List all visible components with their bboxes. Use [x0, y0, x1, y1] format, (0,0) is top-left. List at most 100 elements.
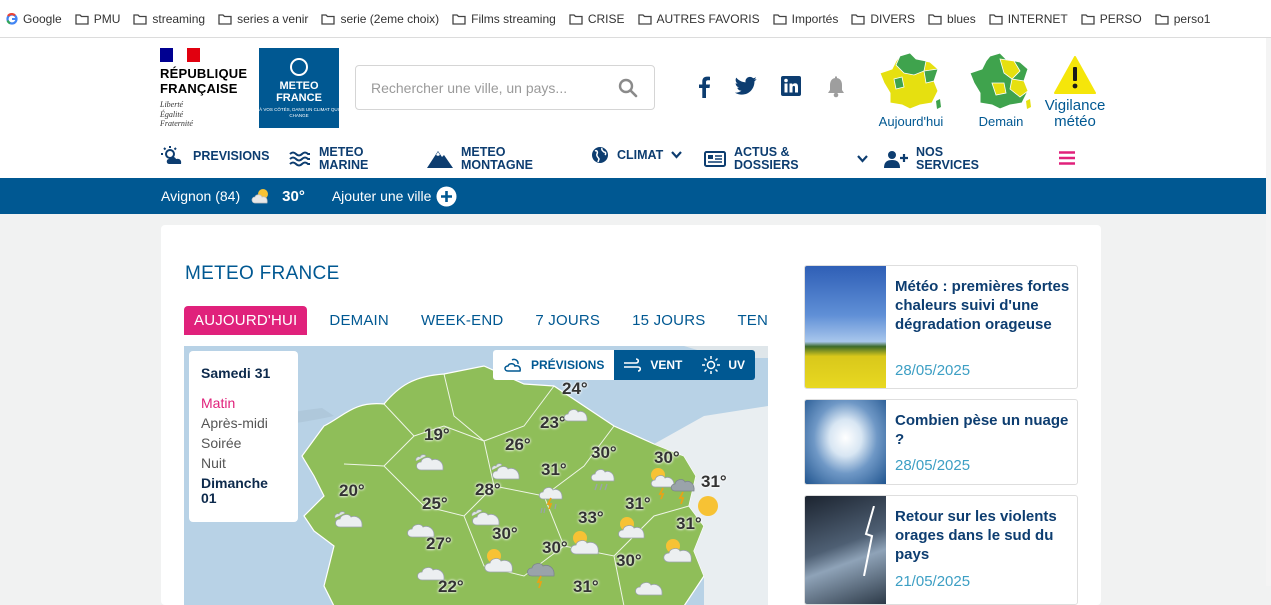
bookmark-folder[interactable]: perso1: [1155, 12, 1210, 26]
map-temperature: 31°: [701, 472, 727, 491]
tab-aujourdhui[interactable]: AUJOURD'HUI: [184, 306, 308, 335]
mode-previsions[interactable]: PRÉVISIONS: [493, 350, 615, 380]
vigilance-tomorrow-label: Demain: [978, 114, 1024, 129]
bookmark-google[interactable]: Google: [6, 12, 62, 26]
bookmark-label: serie (2eme choix): [340, 11, 440, 26]
map-mode-switch: PRÉVISIONS VENT UV: [493, 350, 756, 380]
news-card[interactable]: Combien pèse un nuage ? 28/05/2025: [804, 399, 1078, 485]
mode-vent[interactable]: VENT: [614, 350, 693, 380]
bookmark-folder[interactable]: AUTRES FAVORIS: [637, 12, 760, 26]
page-scrollbar[interactable]: [1266, 38, 1271, 586]
bookmark-folder[interactable]: PMU: [75, 12, 120, 26]
bookmark-folder[interactable]: blues: [928, 12, 976, 26]
bookmark-folder[interactable]: streaming: [133, 12, 205, 26]
news-card[interactable]: Retour sur les violents orages dans le s…: [804, 495, 1078, 605]
notification-bell-icon[interactable]: [825, 76, 847, 98]
bookmark-folder[interactable]: Films streaming: [452, 12, 556, 26]
sun-behind-cloud-icon: [484, 549, 513, 573]
folder-icon: [773, 13, 787, 25]
city-link[interactable]: Avignon (84): [161, 188, 240, 204]
meteo-france-logo[interactable]: METEO FRANCE À VOS CÔTÉS, DANS UN CLIMAT …: [259, 48, 339, 128]
rf-motto: Liberté Égalité Fraternité: [160, 100, 193, 128]
google-icon: [6, 12, 18, 25]
nav-meteo-montagne[interactable]: METEO MONTAGNE: [427, 146, 533, 172]
news-title: Retour sur les violents orages dans le s…: [895, 508, 1057, 563]
search-box: [355, 65, 655, 110]
thunderstorm-cloud-icon: [527, 563, 555, 589]
vigilance-today-map[interactable]: Aujourd'hui: [872, 52, 950, 129]
vigilance-tomorrow-map[interactable]: Demain: [965, 52, 1037, 129]
france-vigilance-today-icon: [879, 52, 941, 110]
linkedin-icon[interactable]: [781, 76, 801, 96]
bookmark-folder[interactable]: INTERNET: [989, 12, 1068, 26]
cloud-icon: [491, 463, 520, 480]
nav-climat[interactable]: CLIMAT: [591, 146, 683, 164]
map-temperature: 30°: [542, 538, 568, 557]
bookmark-folder[interactable]: series a venir: [218, 12, 308, 26]
bookmark-label: CRISE: [587, 11, 625, 26]
nav-nos-services[interactable]: NOS SERVICES: [884, 146, 979, 172]
sun-cloud-icon: [161, 146, 182, 164]
news-date: 28/05/2025: [895, 457, 971, 474]
bookmark-label: blues: [947, 11, 976, 26]
france-weather-map[interactable]: Samedi 31 Matin Après-midi Soirée Nuit D…: [184, 346, 768, 605]
tab-week-end[interactable]: WEEK-END: [411, 306, 513, 335]
search-icon[interactable]: [618, 78, 638, 98]
nav-previsions[interactable]: PREVISIONS: [161, 146, 269, 166]
bookmark-label: INTERNET: [1007, 11, 1068, 26]
period-soiree[interactable]: Soirée: [201, 433, 298, 453]
tab-15-jours[interactable]: 15 JOURS: [622, 306, 715, 335]
vigilance-meteo-link[interactable]: Vigilance météo: [1039, 56, 1111, 130]
period-apres-midi[interactable]: Après-midi: [201, 413, 298, 433]
thunderstorm-cloud-icon: [670, 479, 695, 505]
folder-icon: [637, 13, 652, 25]
nav-actus-dossiers[interactable]: ACTUS & DOSSIERS: [704, 146, 868, 172]
bookmark-folder[interactable]: CRISE: [569, 12, 625, 26]
tab-demain[interactable]: DEMAIN: [319, 306, 399, 335]
facebook-icon[interactable]: [697, 76, 711, 98]
next-day-label[interactable]: Dimanche 01: [201, 476, 298, 506]
hamburger-menu-icon[interactable]: [1059, 151, 1075, 165]
bookmark-folder[interactable]: PERSO: [1081, 12, 1142, 26]
republique-francaise-logo[interactable]: RÉPUBLIQUE FRANÇAISE Liberté Égalité Frater…: [160, 48, 247, 129]
period-matin[interactable]: Matin: [201, 393, 298, 413]
folder-icon: [1081, 13, 1095, 25]
warning-triangle-icon: [1054, 56, 1096, 94]
rf-title: RÉPUBLIQUE FRANÇAISE: [160, 66, 248, 96]
cloud-icon: [471, 509, 500, 526]
add-city-link[interactable]: Ajouter une ville: [332, 188, 432, 204]
site-header: RÉPUBLIQUE FRANÇAISE Liberté Égalité Frater…: [0, 38, 1271, 178]
nav-label: METEO MARINE: [319, 145, 369, 172]
tab-7-jours[interactable]: 7 JOURS: [525, 306, 610, 335]
bookmark-label: PERSO: [1099, 11, 1142, 26]
folder-icon: [452, 13, 466, 25]
forecast-tabs: AUJOURD'HUI DEMAIN WEEK-END 7 JOURS 15 JOURS…: [184, 306, 768, 336]
map-temperature: 19°: [424, 425, 450, 444]
bookmark-folder[interactable]: DIVERS: [851, 12, 915, 26]
cloud-icon: [407, 524, 435, 538]
news-image-cloud: [805, 400, 886, 484]
bookmark-label: Films streaming: [471, 11, 556, 26]
bookmark-folder[interactable]: Importés: [773, 12, 838, 26]
vigilance-label: Vigilance météo: [1044, 97, 1106, 130]
add-circle-icon[interactable]: [436, 186, 457, 207]
search-input[interactable]: [371, 66, 611, 109]
nav-meteo-marine[interactable]: METEO MARINE: [289, 146, 368, 172]
nav-label: PREVISIONS: [193, 148, 270, 163]
map-temperature: 25°: [422, 494, 448, 513]
mode-uv[interactable]: UV: [692, 350, 756, 380]
sun-icon: [698, 496, 718, 516]
tab-tendances[interactable]: TENDANCES: [727, 306, 768, 335]
period-nuit[interactable]: Nuit: [201, 453, 298, 473]
sun-cloud-icon: [504, 358, 521, 372]
newspaper-icon: [704, 151, 726, 167]
twitter-icon[interactable]: [735, 76, 757, 96]
wind-icon: [624, 358, 642, 372]
bookmark-folder[interactable]: serie (2eme choix): [321, 12, 439, 26]
map-temperature: 30°: [616, 551, 642, 570]
news-card[interactable]: Météo : premières fortes chaleurs suivi …: [804, 265, 1078, 389]
sun-behind-cloud-icon: [570, 531, 599, 555]
mountain-icon: [427, 151, 453, 168]
map-temperature: 28°: [475, 480, 501, 499]
waves-icon: [289, 151, 310, 167]
